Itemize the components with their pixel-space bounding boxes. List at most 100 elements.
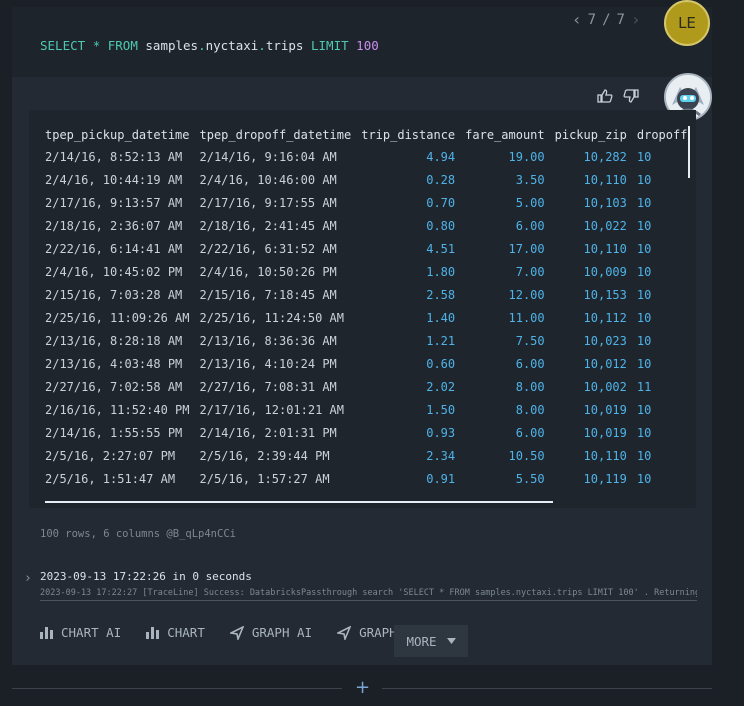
table-cell: 7.00 [515,264,545,279]
table-cell: 10 [636,287,652,302]
column-header[interactable]: tpep_pickup_datetime [45,124,200,145]
chevron-right-icon[interactable]: › [24,571,32,586]
table-cell: 6.00 [515,218,545,233]
chart-ai-button[interactable]: CHART AI [40,625,121,640]
table-cell: 10 [636,448,652,463]
table-cell: 11.00 [508,310,545,325]
table-cell: 10 [636,241,652,256]
pager-total: 7 [616,11,625,28]
table-cell: 10 [636,356,652,371]
table-cell: 0.70 [426,195,456,210]
table-cell: 10,153 [583,287,627,302]
table-row: 2/22/16, 6:14:41 AM 2/22/16, 6:31:52 AM 4.… [45,237,691,260]
table-cell: 2/15/16, 7:03:28 AM [45,287,183,302]
row-count-info: 100 rows, 6 columns @B_qLp4nCCi [40,528,236,540]
column-header[interactable]: tpep_dropoff_datetime [200,124,362,145]
table-cell: 2/17/16, 9:17:55 AM [199,195,337,210]
bar-chart-icon [146,626,160,639]
trace-timestamp[interactable]: 2023-09-13 17:22:26 in 0 seconds [40,570,252,583]
table-cell: 10,022 [583,218,627,233]
table-cell: 2/17/16, 12:01:21 AM [199,402,345,417]
table-cell: 10 [636,218,652,233]
chevron-left-icon[interactable]: ‹ [572,10,582,29]
table-cell: 19.00 [508,149,545,164]
graph-icon [337,625,352,640]
table-cell: 10 [636,195,652,210]
thumbs-up-icon[interactable] [597,88,613,108]
graph-button[interactable]: GRAPH [337,625,397,640]
sql-query[interactable]: SELECT * FROM samples.nyctaxi.trips LIMI… [40,38,379,53]
table-cell: 2/25/16, 11:09:26 AM [45,310,190,325]
more-label: MORE [406,633,437,649]
table-cell: 0.28 [426,172,456,187]
table-cell: 2/5/16, 2:39:44 PM [199,448,330,463]
table-cell: 10 [636,333,652,348]
table-cell: 1.50 [426,402,456,417]
table-cell: 10,110 [583,448,627,463]
table-cell: 2/4/16, 10:46:00 AM [199,172,337,187]
pager-current: 7 [587,11,597,28]
column-header[interactable]: pickup_zip [555,124,637,145]
graph-label: GRAPH [359,625,397,640]
thumbs-down-icon[interactable] [623,88,639,108]
table-cell: 2.02 [426,379,456,394]
table-cell: 6.00 [515,425,545,440]
table-cell: 10,002 [583,379,627,394]
divider [382,688,712,689]
table-row: 2/18/16, 2:36:07 AM 2/18/16, 2:41:45 AM 0.… [45,214,691,237]
table-cell: 8.00 [515,402,545,417]
table-row: 2/25/16, 11:09:26 AM 2/25/16, 11:24:50 AM… [45,306,691,329]
graph-ai-button[interactable]: GRAPH AI [229,625,312,640]
table-cell: 2.58 [426,287,456,302]
table-cell: 10 [636,471,652,486]
table-cell: 2/4/16, 10:44:19 AM [45,172,183,187]
table-cell: 10,112 [583,310,627,325]
table-row: 2/15/16, 7:03:28 AM 2/15/16, 7:18:45 AM 2.… [45,283,691,306]
column-header[interactable]: dropoff [637,124,691,145]
user-avatar[interactable]: LE [664,0,710,46]
table-row: 2/14/16, 8:52:13 AM 2/14/16, 9:16:04 AM 4.… [45,145,691,168]
table-cell: 5.00 [515,195,545,210]
keyword-limit: LIMIT [311,38,349,53]
star: * [92,38,101,53]
chevron-right-icon[interactable]: › [631,10,641,29]
table-cell: 2/14/16, 1:55:55 PM [45,425,183,440]
table-cell: 2/22/16, 6:31:52 AM [199,241,337,256]
chart-ai-label: CHART AI [61,625,122,640]
db-name: nyctaxi [205,38,259,53]
add-cell-button[interactable]: + [355,677,370,698]
avatar-initials: LE [678,14,696,32]
table-cell: 2/13/16, 4:03:48 PM [45,356,183,371]
table-cell: 10,019 [583,425,627,440]
table-cell: 2/18/16, 2:41:45 AM [199,218,337,233]
vertical-scrollbar[interactable] [688,126,690,178]
table-cell: 2/5/16, 1:51:47 AM [45,471,176,486]
table-cell: 0.91 [426,471,456,486]
dot: . [198,38,206,53]
table-cell: 2/14/16, 9:16:04 AM [199,149,337,164]
table-row: 2/27/16, 7:02:58 AM 2/27/16, 7:08:31 AM 2.… [45,375,691,398]
table-cell: 6.00 [515,356,545,371]
table-cell: 2/27/16, 7:08:31 AM [199,379,337,394]
results-table-container[interactable]: tpep_pickup_datetime tpep_dropoff_dateti… [29,110,696,508]
table-cell: 10,110 [583,241,627,256]
bar-chart-icon [40,626,53,639]
column-header[interactable]: fare_amount [465,124,554,145]
table-cell: 3.50 [515,172,545,187]
trace-log-line: 2023-09-13 17:22:27 [TraceLine] Success:… [40,588,697,601]
table-cell: 10,009 [583,264,627,279]
table-cell: 1.40 [426,310,456,325]
horizontal-scrollbar[interactable] [45,501,553,503]
table-row: 2/5/16, 2:27:07 PM 2/5/16, 2:39:44 PM 2.34… [45,444,691,467]
table-cell: 10 [636,172,652,187]
table-row: 2/14/16, 1:55:55 PM 2/14/16, 2:01:31 PM 0.… [45,421,691,444]
table-cell: 2/14/16, 2:01:31 PM [199,425,337,440]
table-cell: 2/25/16, 11:24:50 AM [199,310,345,325]
caret-down-icon [446,638,456,644]
table-row: 2/13/16, 4:03:48 PM 2/13/16, 4:10:24 PM 0.… [45,352,691,375]
table-cell: 10,119 [583,471,627,486]
more-button[interactable]: MORE [394,625,468,657]
chart-button[interactable]: CHART [146,625,205,640]
column-header[interactable]: trip_distance [361,124,465,145]
table-cell: 5.50 [515,471,545,486]
